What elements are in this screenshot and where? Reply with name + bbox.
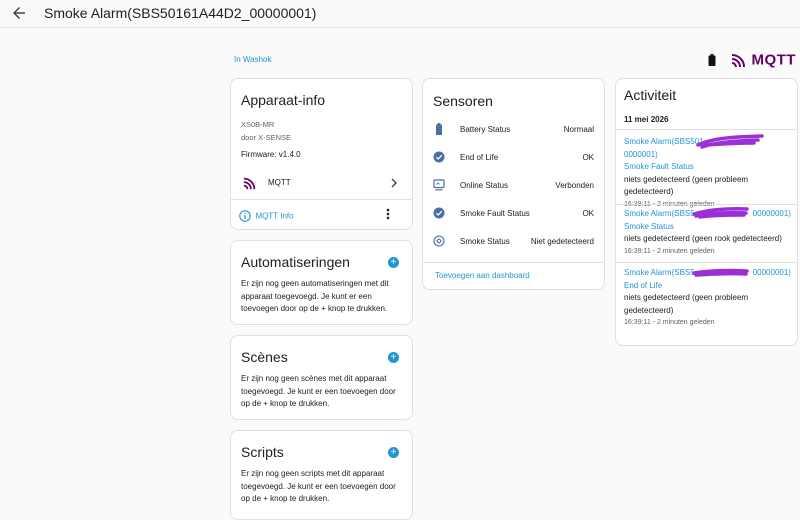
- sensor-label: Battery Status: [460, 125, 511, 134]
- sensor-row-smoke-fault-status[interactable]: Smoke Fault Status OK: [423, 204, 604, 224]
- activity-entry: Smoke Alarm(SBS501 0000001) Smoke Fault S…: [624, 136, 791, 210]
- mqtt-logo-text: MQTT: [751, 51, 796, 69]
- scenes-heading: Scènes: [241, 349, 288, 365]
- activity-entity-link[interactable]: End of Life: [624, 280, 791, 293]
- sensor-row-end-of-life[interactable]: End of Life OK: [423, 148, 604, 168]
- battery-icon: [708, 54, 716, 66]
- sensors-card: Sensoren Battery Status Normaal End of L…: [422, 78, 605, 290]
- activity-entity-link[interactable]: Smoke Fault Status: [624, 161, 791, 174]
- scripts-empty-text: Er zijn nog geen scripts met dit apparaa…: [241, 469, 396, 503]
- battery-icon: [436, 123, 442, 135]
- smoke-detector-icon: [433, 235, 445, 247]
- mqtt-logo-icon: [731, 51, 747, 68]
- activity-device-link-tail[interactable]: 0000001): [624, 150, 658, 159]
- chevron-right-icon: [391, 178, 397, 188]
- divider: [616, 262, 797, 263]
- sensors-heading: Sensoren: [433, 93, 493, 109]
- device-model: XS0B-MR: [241, 120, 275, 129]
- mqtt-icon: [243, 177, 256, 190]
- device-manufacturer: door X-SENSE: [241, 133, 292, 142]
- device-info-card: Apparaat-info XS0B-MR door X-SENSE Firmw…: [230, 78, 413, 230]
- activity-date: 11 mei 2026: [624, 115, 669, 124]
- add-script-button[interactable]: +: [388, 447, 399, 458]
- scenes-card: Scènes + Er zijn nog geen scènes met dit…: [230, 335, 413, 420]
- monitor-icon: [433, 179, 445, 191]
- add-scene-button[interactable]: +: [388, 352, 399, 363]
- automations-heading: Automatiseringen: [241, 254, 350, 270]
- device-info-heading: Apparaat-info: [241, 92, 326, 108]
- activity-device-link[interactable]: Smoke Alarm(SBS501: [624, 137, 704, 146]
- sensor-row-battery-status[interactable]: Battery Status Normaal: [423, 120, 604, 140]
- divider: [423, 262, 604, 263]
- activity-entry: Smoke Alarm(SBS5 00000001) End of Life ni…: [624, 267, 791, 328]
- sensor-value: Niet gedetecteerd: [530, 237, 594, 246]
- check-circle-icon: [433, 207, 445, 219]
- activity-entry: Smoke Alarm(SBS5 00000001) Smoke Status n…: [624, 208, 791, 257]
- sensor-label: Smoke Status: [460, 237, 510, 246]
- sensor-label: End of Life: [460, 153, 499, 162]
- divider: [231, 199, 412, 200]
- add-to-dashboard-button[interactable]: Toevoegen aan dashboard: [435, 271, 530, 280]
- activity-time: 16:39:11 - 2 minuten geleden: [624, 247, 715, 255]
- scripts-heading: Scripts: [241, 444, 284, 460]
- sensor-value: OK: [582, 153, 594, 162]
- automations-card: Automatiseringen + Er zijn nog geen auto…: [230, 240, 413, 325]
- arrow-back-icon[interactable]: [10, 4, 28, 22]
- sensor-row-online-status[interactable]: Online Status Verbonden: [423, 176, 604, 196]
- more-vert-icon[interactable]: [386, 208, 390, 220]
- sensor-label: Online Status: [460, 181, 509, 190]
- activity-device-link-tail[interactable]: 00000001): [753, 209, 791, 218]
- scenes-empty-text: Er zijn nog geen scènes met dit apparaat…: [241, 374, 396, 408]
- sensor-value: OK: [582, 209, 594, 218]
- sensor-label: Smoke Fault Status: [460, 209, 530, 218]
- check-circle-icon: [433, 151, 445, 163]
- activity-device-link-tail[interactable]: 00000001): [753, 268, 791, 277]
- top-app-bar: Smoke Alarm(SBS50161A44D2_00000001): [0, 0, 800, 28]
- activity-card: Activiteit 11 mei 2026 Smoke Alarm(SBS50…: [615, 78, 798, 346]
- mqtt-info-button[interactable]: MQTT Info: [239, 207, 294, 225]
- add-automation-button[interactable]: +: [388, 257, 399, 268]
- sensor-value: Verbonden: [555, 181, 594, 190]
- area-link[interactable]: In Washok: [234, 55, 272, 64]
- mqtt-info-label: MQTT Info: [255, 211, 294, 221]
- mqtt-integration-row[interactable]: MQTT: [231, 171, 412, 195]
- sensor-row-smoke-status[interactable]: Smoke Status Niet gedetecteerd: [423, 232, 604, 252]
- divider: [616, 204, 797, 205]
- automations-empty-text: Er zijn nog geen automatiseringen met di…: [241, 279, 389, 313]
- activity-message: niets gedetecteerd (geen probleem gedete…: [624, 174, 749, 197]
- activity-heading: Activiteit: [624, 87, 677, 103]
- sensor-value: Normaal: [563, 125, 594, 134]
- activity-device-link[interactable]: Smoke Alarm(SBS5: [624, 209, 695, 218]
- activity-message: niets gedetecteerd (geen probleem gedete…: [624, 293, 749, 315]
- divider: [616, 129, 797, 130]
- mqtt-logo: MQTT: [731, 51, 796, 69]
- info-icon: [239, 210, 251, 222]
- page-title: Smoke Alarm(SBS50161A44D2_00000001): [44, 5, 317, 21]
- mqtt-integration-label: MQTT: [268, 178, 291, 187]
- device-firmware: Firmware: v1.4.0: [241, 150, 301, 159]
- activity-entity-link[interactable]: Smoke Status: [624, 221, 791, 234]
- scripts-card: Scripts + Er zijn nog geen scripts met d…: [230, 430, 413, 520]
- activity-time: 16:39:11 - 2 minuten geleden: [624, 319, 715, 326]
- activity-message: niets gedetecteerd (geen rook gedetectee…: [624, 234, 782, 243]
- activity-device-link[interactable]: Smoke Alarm(SBS5: [624, 268, 695, 277]
